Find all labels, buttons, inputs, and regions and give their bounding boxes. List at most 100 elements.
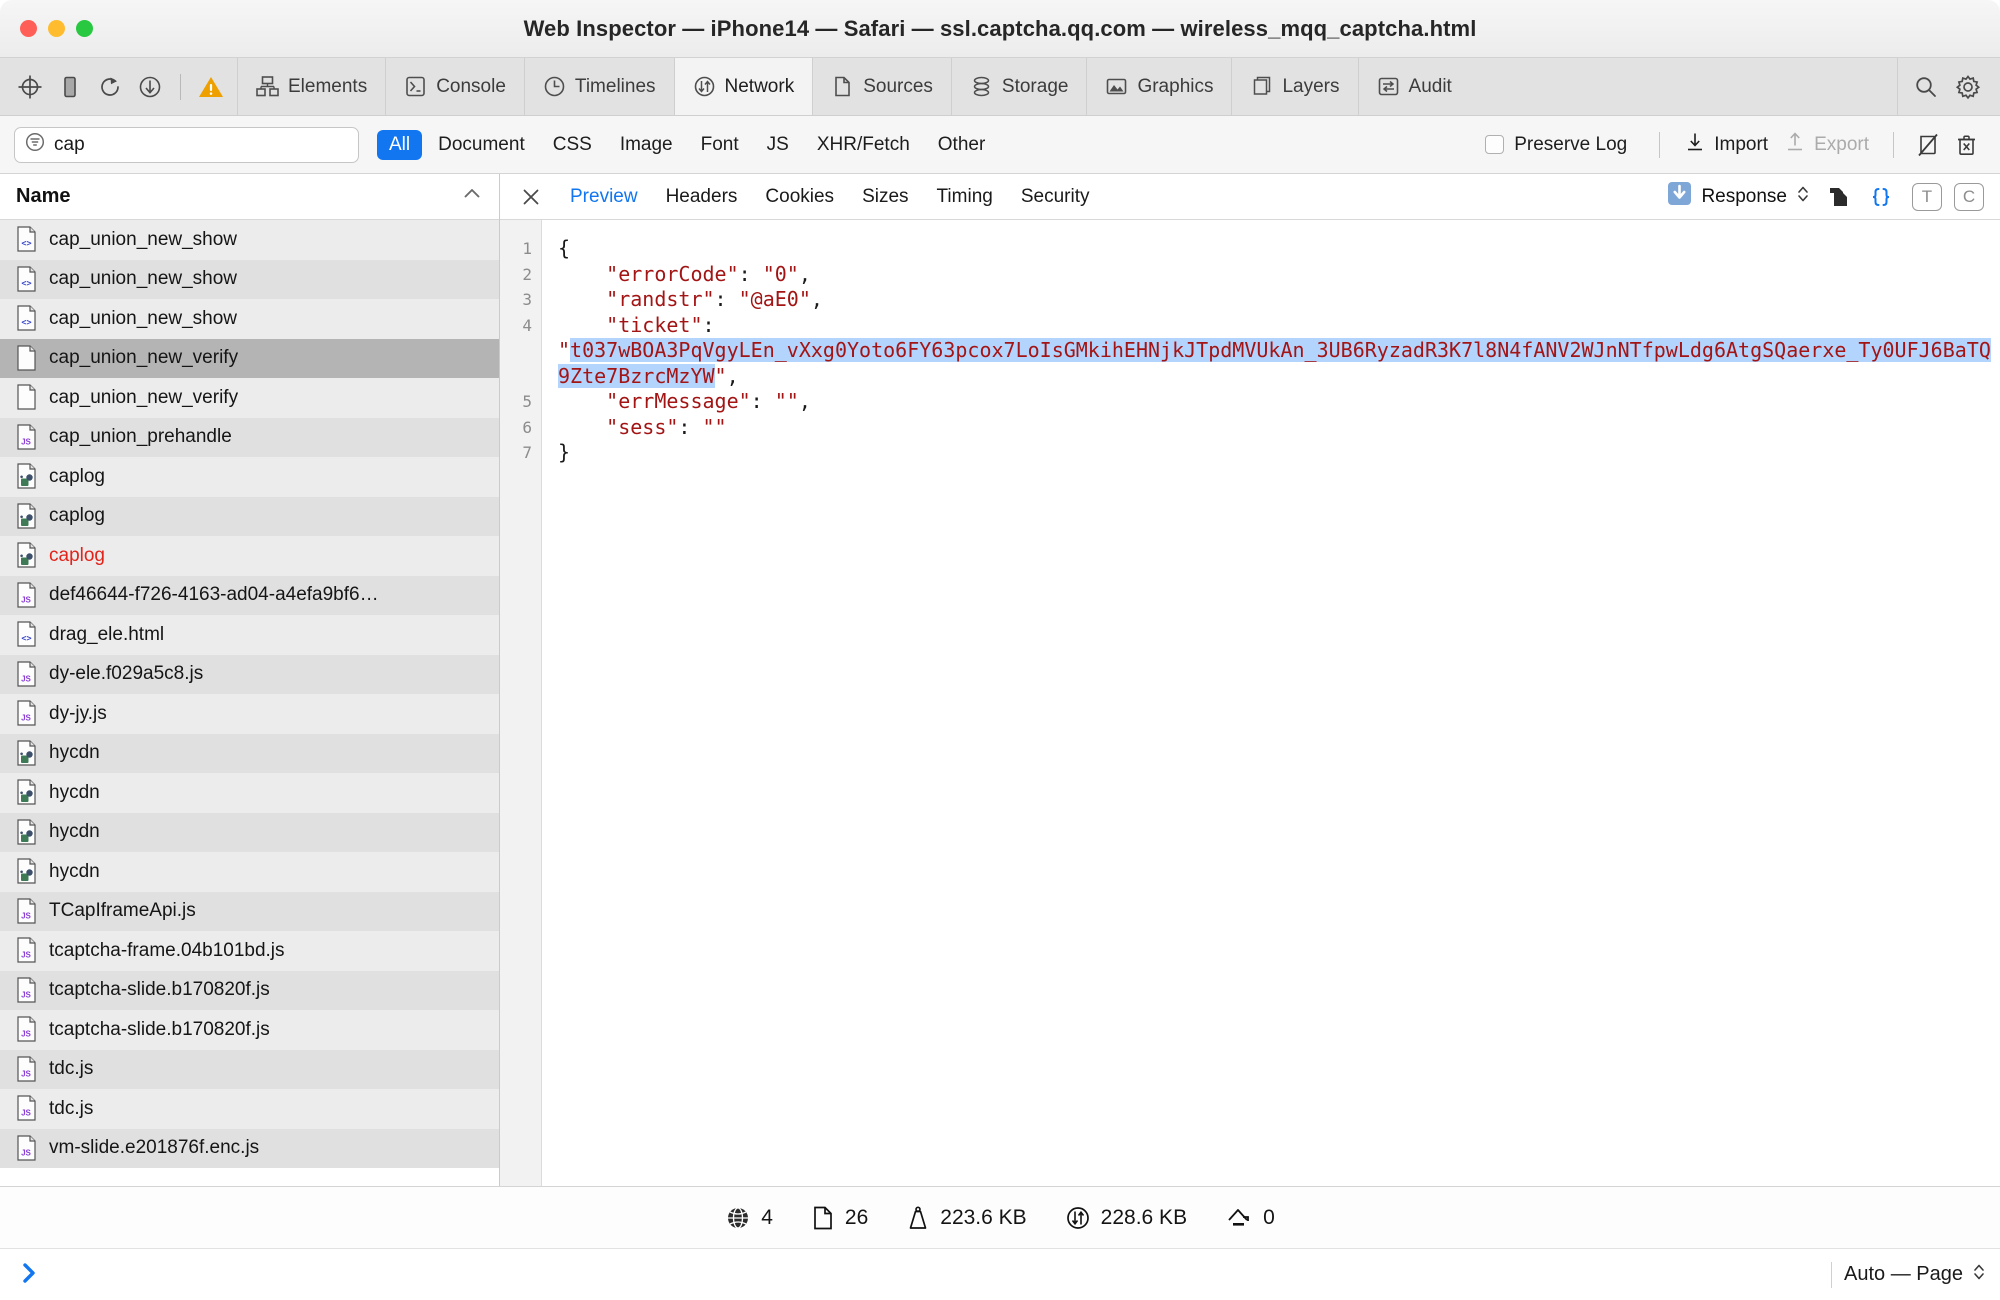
tab-timelines[interactable]: Timelines [524,58,674,115]
device-mode-icon[interactable] [52,69,88,105]
filter-chip-js[interactable]: JS [755,130,801,160]
resource-row[interactable]: <>cap_union_new_show [0,260,499,300]
html-file-icon: <> [16,621,38,648]
maximize-window-button[interactable] [76,20,93,37]
minimize-window-button[interactable] [48,20,65,37]
tab-security[interactable]: Security [1007,182,1104,212]
tab-label: Network [725,76,795,98]
inspector-body: Name <>cap_union_new_show<>cap_union_new… [0,174,2000,1186]
resource-row[interactable]: JSTCapIframeApi.js [0,892,499,932]
stat-domains: 4 [725,1205,773,1231]
gear-icon[interactable] [1950,69,1986,105]
search-input[interactable]: cap [14,127,359,163]
resource-row[interactable]: JStdc.js [0,1050,499,1090]
tab-headers[interactable]: Headers [652,182,752,212]
resource-row[interactable]: JSvm-slide.e201876f.enc.js [0,1129,499,1169]
resource-row[interactable]: hycdn [0,852,499,892]
warning-icon[interactable] [193,69,229,105]
resource-name: def46644-f726-4163-ad04-a4efa9bf6… [49,584,379,606]
filter-chip-css[interactable]: CSS [541,130,604,160]
tab-console[interactable]: Console [385,58,524,115]
resource-row[interactable]: <>cap_union_new_show [0,299,499,339]
close-icon[interactable] [514,180,548,214]
disable-resource-cache-icon[interactable] [1910,128,1948,162]
search-icon[interactable] [1908,69,1944,105]
resource-row[interactable]: caplog [0,457,499,497]
resource-row[interactable]: caplog [0,536,499,576]
json-value-errorCode: "0" [763,262,799,286]
json-code[interactable]: { "errorCode": "0", "randstr": "@aE0", "… [542,220,2000,1186]
resource-list[interactable]: <>cap_union_new_show<>cap_union_new_show… [0,220,499,1186]
resource-row[interactable]: JStcaptcha-frame.04b101bd.js [0,931,499,971]
resource-row[interactable]: <>drag_ele.html [0,615,499,655]
pretty-print-braces-icon[interactable] [1862,180,1900,214]
filter-chip-all[interactable]: All [377,130,422,160]
inspect-element-icon[interactable] [12,69,48,105]
resource-row[interactable]: JStdc.js [0,1089,499,1129]
resource-row[interactable]: JSdy-ele.f029a5c8.js [0,655,499,695]
tab-preview[interactable]: Preview [556,182,652,212]
preserve-log-checkbox[interactable] [1485,135,1504,154]
chevron-up-icon[interactable] [461,183,483,211]
resource-name: caplog [49,545,105,567]
tab-sources[interactable]: Sources [812,58,951,115]
filter-chip-other[interactable]: Other [926,130,998,160]
tab-elements[interactable]: Elements [237,58,385,115]
resource-row[interactable]: caplog [0,497,499,537]
resource-row[interactable]: JSdy-jy.js [0,694,499,734]
clear-network-items-icon[interactable] [1948,128,1986,162]
resource-row[interactable]: cap_union_new_verify [0,339,499,379]
resource-row[interactable]: <>cap_union_new_show [0,220,499,260]
resource-row[interactable]: hycdn [0,734,499,774]
tab-storage[interactable]: Storage [951,58,1087,115]
tab-audit[interactable]: Audit [1358,58,1470,115]
json-comma: , [727,364,739,388]
resource-row[interactable]: cap_union_new_verify [0,378,499,418]
resource-row[interactable]: hycdn [0,813,499,853]
import-icon [1684,131,1706,159]
response-selector[interactable]: Response [1661,181,1816,212]
resource-row[interactable]: hycdn [0,773,499,813]
resource-row[interactable]: JSdef46644-f726-4163-ad04-a4efa9bf6… [0,576,499,616]
resource-row[interactable]: JStcaptcha-slide.b170820f.js [0,971,499,1011]
export-button[interactable]: Export [1776,131,1877,159]
weight-icon [906,1205,930,1231]
close-window-button[interactable] [20,20,37,37]
chevron-right-icon[interactable] [14,1259,40,1291]
filter-chip-image[interactable]: Image [608,130,685,160]
json-value-ticket[interactable]: "t037wBOA3PqVgyLEn_vXxg0Yoto6FY63pcox7Lo… [558,338,1991,388]
copy-icon[interactable] [1820,180,1858,214]
show-text-button[interactable]: T [1912,183,1942,211]
execution-context-selector[interactable]: Auto — Page [1844,1261,1986,1289]
filter-icon [24,131,46,158]
tab-cookies[interactable]: Cookies [751,182,848,212]
tab-timing[interactable]: Timing [923,182,1007,212]
stat-resources: 26 [811,1205,868,1231]
filter-chip-document[interactable]: Document [426,130,537,160]
reload-icon[interactable] [92,69,128,105]
resource-row[interactable]: JStcaptcha-slide.b170820f.js [0,1010,499,1050]
divider [1659,132,1660,158]
download-page-icon[interactable] [132,69,168,105]
resource-row[interactable]: JScap_union_prehandle [0,418,499,458]
upload-icon [1225,1205,1253,1231]
js-file-icon: JS [16,898,38,925]
json-key-errMessage: "errMessage" [606,389,751,413]
resource-name: cap_union_new_verify [49,347,238,369]
filter-chip-xhr[interactable]: XHR/Fetch [805,130,922,160]
filter-chip-font[interactable]: Font [689,130,751,160]
tab-network[interactable]: Network [674,58,813,115]
sidebar-header[interactable]: Name [0,174,499,220]
show-characters-button[interactable]: C [1954,183,1984,211]
elements-icon [256,75,279,98]
toolbar-tabs: Elements Console Timelines Network [237,58,1897,115]
tab-sizes[interactable]: Sizes [848,182,922,212]
divider [1893,132,1894,158]
selected-text: t037wBOA3PqVgyLEn_vXxg0Yoto6FY63pcox7LoI… [558,338,1991,388]
tab-graphics[interactable]: Graphics [1086,58,1231,115]
image-file-icon [16,819,38,846]
window-title: Web Inspector — iPhone14 — Safari — ssl.… [0,16,2000,42]
preserve-log-toggle[interactable]: Preserve Log [1485,134,1643,156]
import-button[interactable]: Import [1676,131,1776,159]
tab-layers[interactable]: Layers [1231,58,1357,115]
